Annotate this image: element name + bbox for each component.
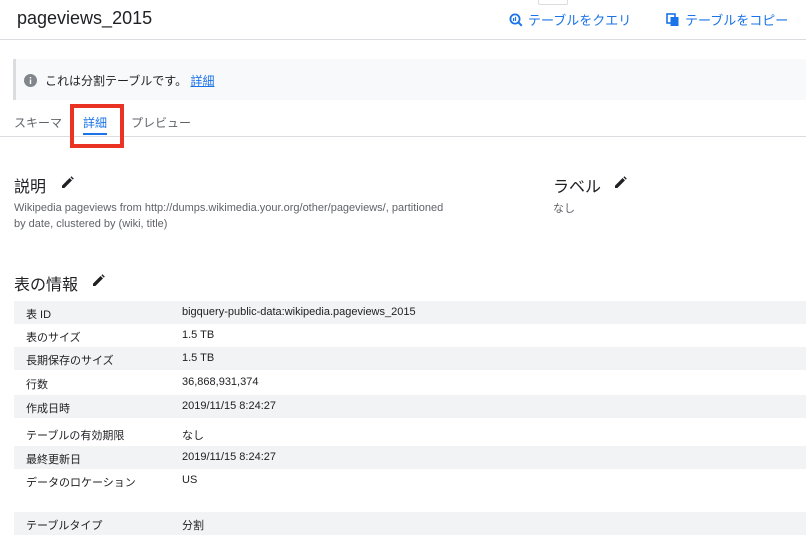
description-text: Wikipedia pageviews from http://dumps.wi… xyxy=(14,202,444,230)
description-heading: 説明 xyxy=(14,179,47,196)
labels-heading: ラベル xyxy=(553,179,602,196)
edit-description-icon[interactable] xyxy=(61,176,74,189)
tab-preview[interactable]: プレビュー xyxy=(131,114,191,131)
table-info-heading: 表の情報 xyxy=(14,277,79,294)
row-value: 2019/11/15 8:24:27 xyxy=(182,451,276,463)
row-key: 長期保存のサイズ xyxy=(26,355,114,367)
highlight-box xyxy=(70,104,124,148)
table-info-row: 表のサイズ 1.5 TB xyxy=(14,324,806,347)
row-value: 分割 xyxy=(182,520,204,532)
copy-table-button[interactable]: テーブルをコピー xyxy=(666,10,788,29)
table-info-row: テーブルの有効期限 なし xyxy=(14,422,806,445)
table-info-row: テーブルタイプ 分割 xyxy=(14,512,806,535)
banner-details-link[interactable]: 詳細 xyxy=(190,74,214,88)
row-key: 最終更新日 xyxy=(26,454,81,466)
row-value: 36,868,931,374 xyxy=(182,376,259,388)
row-key: 表のサイズ xyxy=(26,332,81,344)
row-key: 表 ID xyxy=(26,309,52,321)
row-value: US xyxy=(182,474,198,486)
edit-labels-icon[interactable] xyxy=(614,176,627,189)
labels-value: なし xyxy=(553,203,575,215)
table-info-row: 表 ID bigquery-public-data:wikipedia.page… xyxy=(14,301,806,324)
row-value: 1.5 TB xyxy=(182,352,215,364)
row-key: 作成日時 xyxy=(26,403,70,415)
row-key: テーブルタイプ xyxy=(26,520,103,532)
info-icon xyxy=(24,74,37,87)
tab-schema[interactable]: スキーマ xyxy=(14,114,62,131)
copy-table-label: テーブルをコピー xyxy=(685,13,789,28)
query-table-button[interactable]: テーブルをクエリ xyxy=(509,10,631,29)
banner-text: これは分割テーブルです。 xyxy=(45,74,188,88)
copy-icon xyxy=(666,12,679,26)
top-edge-tab xyxy=(538,0,568,5)
edit-table-info-icon[interactable] xyxy=(92,274,105,287)
row-value: なし xyxy=(182,430,204,442)
row-key: データのロケーション xyxy=(26,477,136,489)
table-info-row: 長期保存のサイズ 1.5 TB xyxy=(14,347,806,370)
query-icon xyxy=(509,13,523,27)
page-title: pageviews_2015 xyxy=(17,8,153,28)
header-divider xyxy=(0,39,806,40)
table-info-row: 作成日時 2019/11/15 8:24:27 xyxy=(14,395,806,418)
row-key: テーブルの有効期限 xyxy=(26,430,125,442)
query-table-label: テーブルをクエリ xyxy=(528,13,632,28)
table-info-row: 最終更新日 2019/11/15 8:24:27 xyxy=(14,446,806,469)
row-value: bigquery-public-data:wikipedia.pageviews… xyxy=(182,306,416,318)
row-value: 1.5 TB xyxy=(182,329,215,341)
table-info-row: 行数 36,868,931,374 xyxy=(14,371,806,394)
table-info-row: データのロケーション US xyxy=(14,469,806,492)
banner-content: これは分割テーブルです。 詳細 xyxy=(24,72,214,89)
row-key: 行数 xyxy=(26,379,48,391)
row-value: 2019/11/15 8:24:27 xyxy=(182,400,276,412)
